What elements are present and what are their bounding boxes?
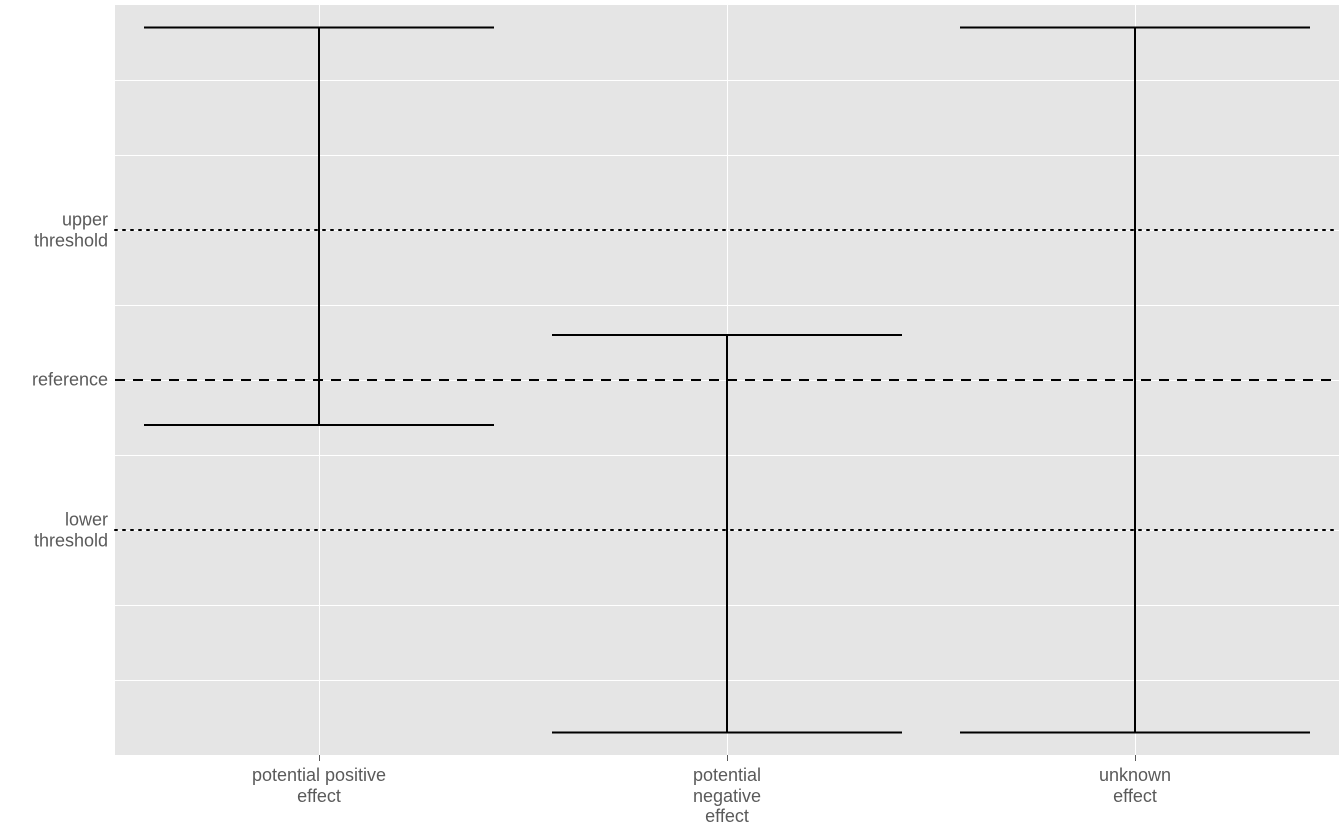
chart-svg: [115, 5, 1339, 755]
x-tick-mark: [727, 755, 728, 761]
interval-positive: [144, 28, 494, 426]
x-tick-mark: [1135, 755, 1136, 761]
x-tick-text: negative: [577, 786, 877, 807]
y-tick-text: lower: [34, 509, 108, 530]
interval-chart: potential positive effect potential nega…: [0, 0, 1344, 830]
x-tick-text: effect: [577, 806, 877, 827]
interval-negative: [552, 335, 902, 733]
x-tick-label-unknown: unknown effect: [985, 765, 1285, 806]
y-tick-label-reference: reference: [32, 370, 108, 391]
x-tick-mark: [319, 755, 320, 761]
x-tick-label-negative: potential negative effect: [577, 765, 877, 827]
y-tick-text: reference: [32, 370, 108, 391]
y-tick-text: threshold: [34, 530, 108, 551]
x-tick-text: potential positive: [169, 765, 469, 786]
x-tick-text: effect: [169, 786, 469, 807]
y-tick-text: upper: [34, 209, 108, 230]
plot-panel: [115, 5, 1339, 755]
x-tick-text: effect: [985, 786, 1285, 807]
x-tick-text: potential: [577, 765, 877, 786]
x-tick-label-positive: potential positive effect: [169, 765, 469, 806]
x-tick-text: unknown: [985, 765, 1285, 786]
y-tick-text: threshold: [34, 230, 108, 251]
y-tick-label-upper: upper threshold: [34, 209, 108, 250]
y-tick-label-lower: lower threshold: [34, 509, 108, 550]
